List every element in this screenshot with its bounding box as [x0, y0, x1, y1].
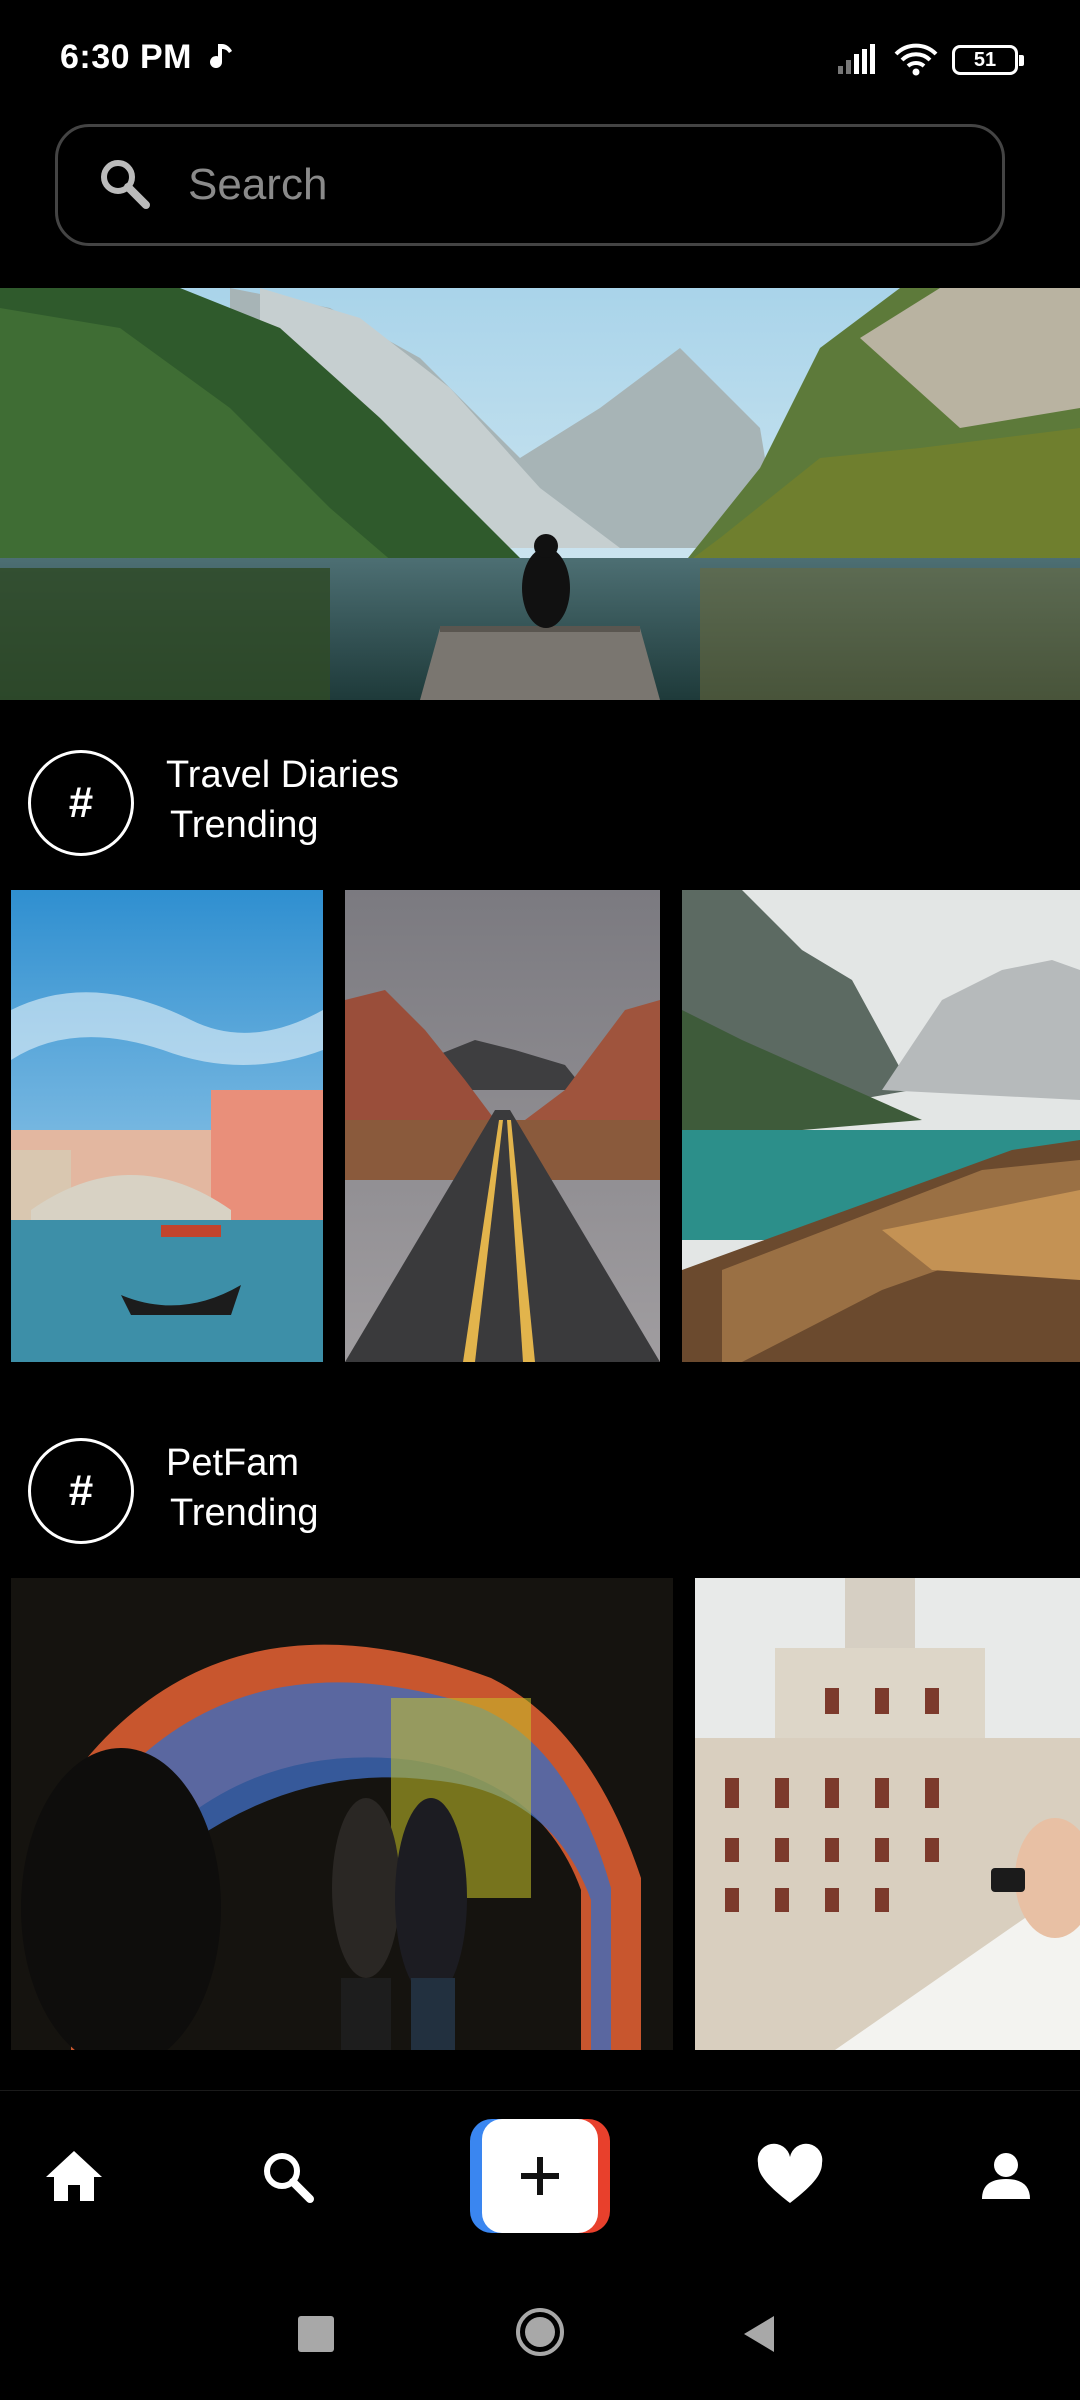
recents-icon[interactable] — [298, 2316, 334, 2352]
system-navigation-bar — [0, 2266, 1080, 2400]
battery-level: 51 — [973, 49, 997, 71]
flower-arch-couple-image — [11, 1578, 673, 2050]
heart-icon — [757, 2143, 823, 2203]
nav-search-button[interactable] — [252, 2141, 324, 2213]
hashtag-icon: # — [28, 1438, 134, 1544]
nav-profile-button[interactable] — [970, 2141, 1042, 2213]
search-placeholder: Search — [188, 160, 328, 209]
signal-icon — [838, 44, 875, 74]
desert-road-image — [345, 890, 660, 1362]
mountain-lake-image — [0, 288, 1080, 700]
home-circle-icon[interactable] — [514, 2306, 566, 2358]
add-post-button[interactable] — [470, 2119, 610, 2233]
building-photographer-image — [695, 1578, 1080, 2050]
search-input[interactable]: Search — [55, 124, 1005, 246]
music-note-icon — [210, 44, 232, 69]
battery-icon: 51 — [952, 45, 1024, 75]
hashtag-symbol: # — [68, 1466, 94, 1515]
hashtag-header-petfam[interactable]: # PetFam Trending — [0, 1428, 1080, 1558]
photo-tile-building[interactable] — [695, 1578, 1080, 2050]
back-icon[interactable] — [740, 2312, 780, 2356]
hashtag-symbol: # — [68, 778, 94, 827]
search-icon — [264, 2153, 314, 2203]
photo-tile-lake-boat[interactable] — [682, 890, 1080, 1362]
nav-home-button[interactable] — [38, 2141, 110, 2213]
plus-icon — [521, 2157, 559, 2195]
hashtag-name: Travel Diaries — [166, 754, 399, 796]
wifi-icon — [894, 43, 938, 76]
lake-boat-image — [682, 890, 1080, 1362]
status-time: 6:30 PM — [60, 38, 192, 76]
search-icon — [101, 160, 150, 209]
bottom-navigation — [0, 2090, 1080, 2267]
nav-activity-button[interactable] — [754, 2141, 826, 2213]
hashtag-icon: # — [28, 750, 134, 856]
featured-image[interactable] — [0, 288, 1080, 700]
photo-tile-venice[interactable] — [11, 890, 323, 1362]
home-icon — [46, 2151, 102, 2201]
hashtag-subtitle: Trending — [170, 804, 319, 846]
hashtag-name: PetFam — [166, 1442, 300, 1484]
photo-tile-flower-arch[interactable] — [11, 1578, 673, 2050]
hashtag-subtitle: Trending — [170, 1492, 319, 1534]
hashtag-header-travel-diaries[interactable]: # Travel Diaries Trending — [0, 740, 1080, 870]
venice-canal-image — [11, 890, 323, 1362]
status-bar: 6:30 PM 51 — [0, 0, 1080, 120]
profile-icon — [982, 2153, 1030, 2199]
photo-tile-desert-road[interactable] — [345, 890, 660, 1362]
